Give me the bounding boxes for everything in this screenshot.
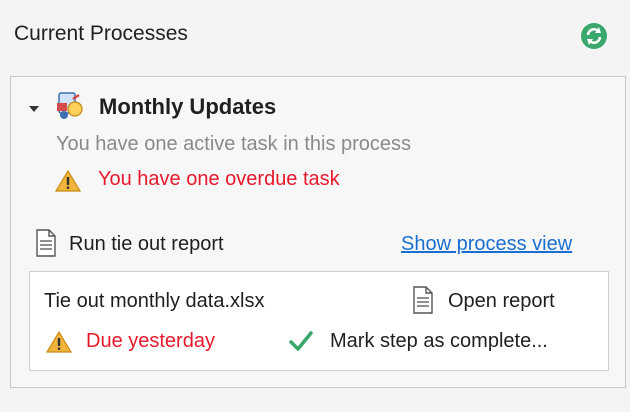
panel-title: Current Processes	[14, 22, 188, 45]
checkmark-icon	[289, 331, 313, 351]
step-box: Tie out monthly data.xlsx Open report Du…	[29, 271, 609, 371]
warning-icon	[55, 169, 81, 192]
warning-icon	[46, 330, 72, 353]
show-process-view-link[interactable]: Show process view	[401, 233, 572, 256]
overdue-task-text: You have one overdue task	[98, 168, 340, 190]
document-icon	[36, 229, 56, 257]
document-icon	[413, 286, 433, 314]
process-icon	[57, 92, 83, 119]
collapse-triangle-icon[interactable]	[27, 102, 41, 116]
process-card: Monthly Updates You have one active task…	[10, 76, 626, 388]
file-name: Tie out monthly data.xlsx	[44, 290, 265, 312]
process-name[interactable]: Monthly Updates	[99, 94, 276, 120]
refresh-icon[interactable]	[580, 22, 608, 50]
due-text: Due yesterday	[86, 330, 215, 352]
mark-step-complete-button[interactable]: Mark step as complete...	[330, 330, 548, 353]
open-report-button[interactable]: Open report	[448, 290, 555, 313]
task-name: Run tie out report	[69, 233, 224, 255]
active-task-text: You have one active task in this process	[56, 133, 412, 155]
